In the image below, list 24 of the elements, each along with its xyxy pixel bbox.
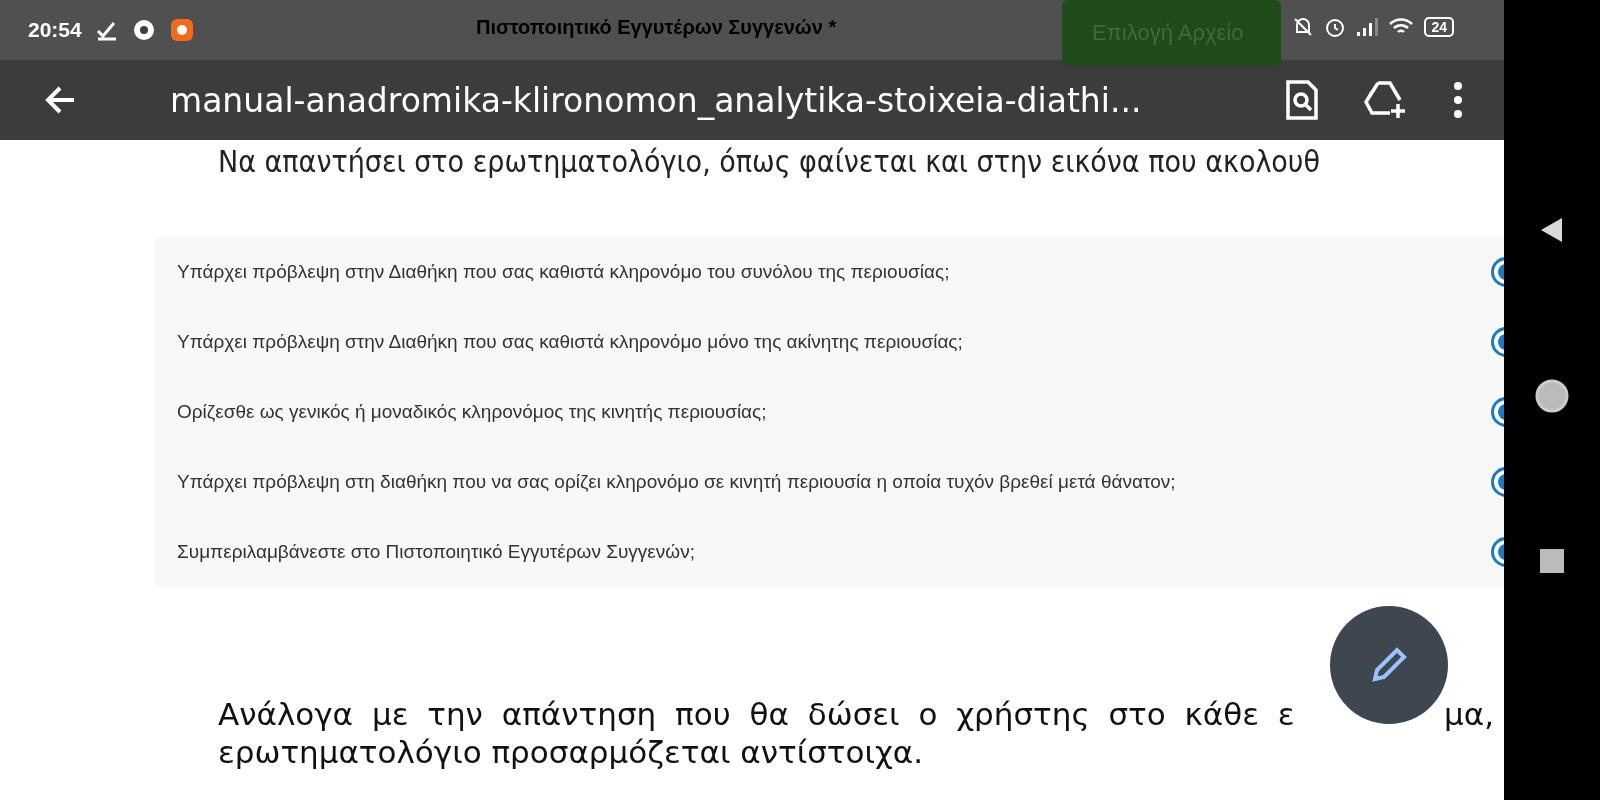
window-title: Πιστοποιητικό Εγγυτέρων Συγγενών * (476, 16, 837, 39)
question-text: Υπάρχει πρόβλεψη στη διαθήκη που να σας ορίζει κληρονόμο σε κινητή περιουσία η οποία τυχόν βρεθεί μετά θάνατον; (177, 471, 1176, 493)
alarm-icon (1324, 16, 1347, 38)
question-text: Υπάρχει πρόβλεψη στην Διαθήκη που σας καθιστά κληρονόμο μόνο της ακίνητης περιουσίας; (177, 331, 963, 353)
download-done-icon (95, 19, 118, 41)
battery-level: 24 (1424, 17, 1454, 37)
recents-nav-button[interactable] (1540, 548, 1564, 573)
browser-icon (131, 18, 156, 42)
app-icon (169, 18, 194, 42)
signal-icon (1356, 17, 1379, 37)
home-nav-button[interactable] (1534, 378, 1570, 414)
back-nav-button[interactable] (1540, 217, 1564, 244)
document-search-button[interactable] (1284, 80, 1320, 120)
clock-time: 20:54 (28, 18, 82, 42)
paragraph-text: ερωτηματολόγιο προσαρμόζεται αντίστοιχα. (218, 733, 924, 771)
document-title: manual-anadromika-klironomon_analytika-stoixeia-diathi... (170, 80, 1143, 120)
more-menu-button[interactable] (1452, 80, 1464, 120)
question-text: Ορίζεσθε ως γενικός ή μοναδικός κληρονόμος της κινητής περιουσίας; (177, 401, 767, 423)
add-to-drive-button[interactable] (1364, 80, 1408, 120)
paragraph-text: Ανάλογα με την απάντηση που θα δώσει ο χρήστης στο κάθε ε (218, 695, 1295, 733)
paragraph-text: μα, (1444, 695, 1494, 733)
intro-text: Να απαντήσει στο ερωτηματολόγιο, όπως φαίνεται και στην εικόνα που ακολουθ (218, 144, 1321, 179)
question-text: Συμπεριλαμβάνεστε στο Πιστοποιητικό Εγγυτέρων Συγγενών; (177, 541, 695, 563)
question-text: Υπάρχει πρόβλεψη στην Διαθήκη που σας καθιστά κληρονόμο του συνόλου της περιουσίας; (177, 261, 950, 283)
